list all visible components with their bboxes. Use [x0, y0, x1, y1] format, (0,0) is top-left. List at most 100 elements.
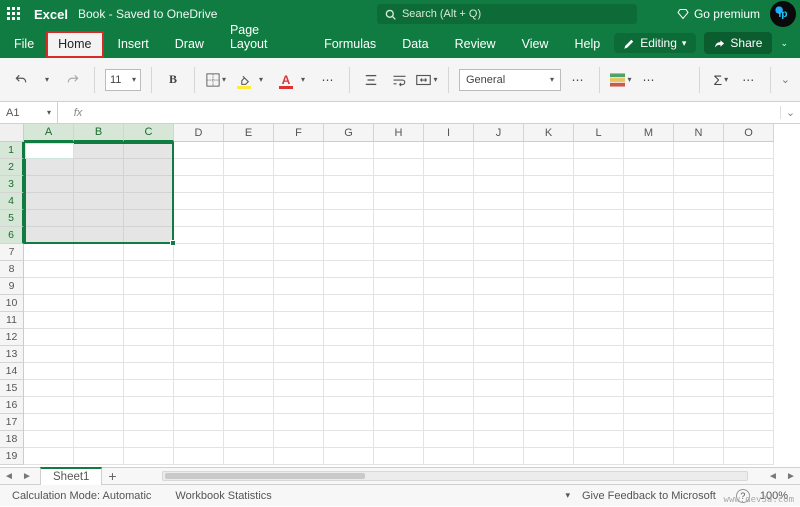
cell[interactable]: [74, 193, 124, 210]
cell[interactable]: [624, 278, 674, 295]
row-header-4[interactable]: 4: [0, 193, 24, 210]
cell[interactable]: [124, 431, 174, 448]
cell[interactable]: [674, 176, 724, 193]
cell[interactable]: [674, 261, 724, 278]
cell[interactable]: [374, 176, 424, 193]
cell[interactable]: [674, 329, 724, 346]
cell[interactable]: [224, 210, 274, 227]
cell[interactable]: [324, 414, 374, 431]
cell[interactable]: [574, 261, 624, 278]
cell[interactable]: [574, 414, 624, 431]
cell[interactable]: [374, 278, 424, 295]
workbook-stats-label[interactable]: Workbook Statistics: [175, 490, 271, 502]
tab-help[interactable]: Help: [562, 31, 612, 58]
cell[interactable]: [374, 295, 424, 312]
cell[interactable]: [274, 414, 324, 431]
cell[interactable]: [274, 142, 324, 159]
cell[interactable]: [374, 414, 424, 431]
cell[interactable]: [374, 431, 424, 448]
cell[interactable]: [674, 210, 724, 227]
cell[interactable]: [474, 346, 524, 363]
cell[interactable]: [474, 397, 524, 414]
cell[interactable]: [624, 227, 674, 244]
cell[interactable]: [24, 210, 74, 227]
cell[interactable]: [374, 448, 424, 465]
cell[interactable]: [674, 278, 724, 295]
cell[interactable]: [274, 448, 324, 465]
tab-insert[interactable]: Insert: [106, 31, 161, 58]
row-header-17[interactable]: 17: [0, 414, 24, 431]
cell[interactable]: [74, 295, 124, 312]
cell[interactable]: [174, 176, 224, 193]
cell[interactable]: [424, 278, 474, 295]
cell[interactable]: [224, 159, 274, 176]
cell[interactable]: [124, 380, 174, 397]
col-header-H[interactable]: H: [374, 124, 424, 142]
cell[interactable]: [674, 295, 724, 312]
cell[interactable]: [124, 329, 174, 346]
cell[interactable]: [474, 278, 524, 295]
cell[interactable]: [224, 346, 274, 363]
cell[interactable]: [624, 414, 674, 431]
app-launcher-icon[interactable]: [0, 0, 28, 28]
cell[interactable]: [224, 448, 274, 465]
cell[interactable]: [374, 244, 424, 261]
cell[interactable]: [524, 397, 574, 414]
editing-mode-button[interactable]: Editing ▾: [614, 33, 696, 53]
cell[interactable]: [424, 159, 474, 176]
font-more-button[interactable]: ⋯: [317, 69, 339, 91]
cell[interactable]: [624, 397, 674, 414]
cell[interactable]: [74, 431, 124, 448]
tab-data[interactable]: Data: [390, 31, 440, 58]
cell[interactable]: [74, 142, 124, 159]
cell[interactable]: [224, 363, 274, 380]
cell[interactable]: [74, 380, 124, 397]
cell[interactable]: [524, 448, 574, 465]
col-header-I[interactable]: I: [424, 124, 474, 142]
cell[interactable]: [274, 244, 324, 261]
cell[interactable]: [524, 414, 574, 431]
cell[interactable]: [674, 380, 724, 397]
wrap-text-button[interactable]: [388, 69, 410, 91]
col-header-G[interactable]: G: [324, 124, 374, 142]
cell[interactable]: [424, 176, 474, 193]
cell[interactable]: [374, 159, 424, 176]
cell[interactable]: [124, 210, 174, 227]
cell[interactable]: [24, 414, 74, 431]
scroll-right[interactable]: ►: [782, 471, 800, 482]
cell[interactable]: [174, 431, 224, 448]
cell[interactable]: [24, 244, 74, 261]
cell[interactable]: [224, 278, 274, 295]
cell[interactable]: [574, 380, 624, 397]
cell[interactable]: [574, 329, 624, 346]
cell[interactable]: [174, 278, 224, 295]
cell[interactable]: [74, 414, 124, 431]
cell[interactable]: [174, 380, 224, 397]
cell[interactable]: [474, 142, 524, 159]
cell[interactable]: [424, 210, 474, 227]
cell[interactable]: [274, 346, 324, 363]
cell[interactable]: [674, 431, 724, 448]
cell[interactable]: [424, 363, 474, 380]
cell[interactable]: [174, 414, 224, 431]
cell[interactable]: [124, 193, 174, 210]
cell[interactable]: [474, 363, 524, 380]
row-header-18[interactable]: 18: [0, 431, 24, 448]
cell[interactable]: [574, 210, 624, 227]
formula-input[interactable]: [98, 102, 780, 123]
cell[interactable]: [724, 431, 774, 448]
sheet-nav-prev[interactable]: ◄: [0, 471, 18, 482]
row-header-11[interactable]: 11: [0, 312, 24, 329]
cell[interactable]: [24, 448, 74, 465]
conditional-format-button[interactable]: ▾: [610, 69, 632, 91]
cell[interactable]: [324, 261, 374, 278]
tab-view[interactable]: View: [510, 31, 561, 58]
cell[interactable]: [624, 193, 674, 210]
cell[interactable]: [74, 227, 124, 244]
col-header-J[interactable]: J: [474, 124, 524, 142]
cell[interactable]: [574, 295, 624, 312]
row-header-8[interactable]: 8: [0, 261, 24, 278]
cell[interactable]: [224, 431, 274, 448]
cell[interactable]: [574, 227, 624, 244]
cell[interactable]: [724, 346, 774, 363]
